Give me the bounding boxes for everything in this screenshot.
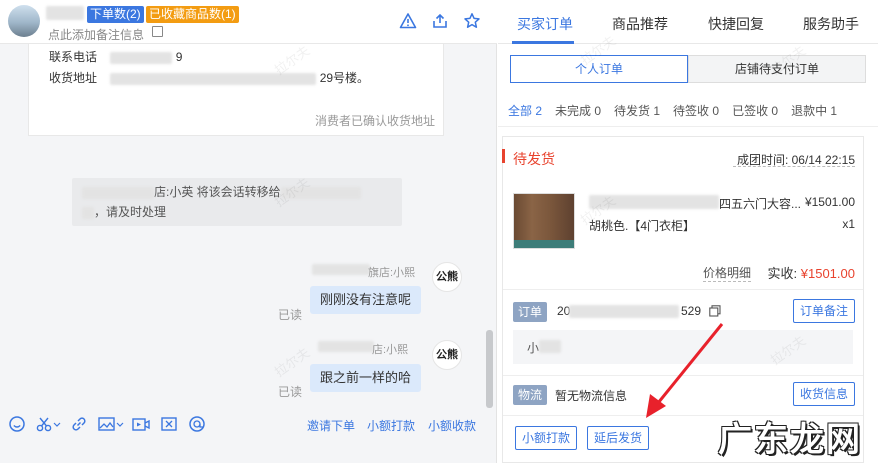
notice-line2: ，请及时处理 xyxy=(94,205,167,219)
price-detail-link[interactable]: 价格明细 xyxy=(703,264,752,282)
sender-blurred xyxy=(318,341,374,352)
status-accent-bar xyxy=(502,149,505,163)
message-sender: 店:小熙 xyxy=(372,344,409,356)
address-row: 收货地址 29号楼。 xyxy=(49,69,369,86)
address-label: 收货地址 xyxy=(49,71,98,85)
small-collect-link[interactable]: 小额收款 xyxy=(428,417,476,434)
phone-suffix: 9 xyxy=(175,50,183,64)
order-number-blurred xyxy=(569,305,679,318)
phone-blurred xyxy=(110,51,173,64)
tab-quick-reply[interactable]: 快捷回复 xyxy=(708,14,764,34)
logistics-badge: 物流 xyxy=(513,385,548,405)
order-status: 待发货 xyxy=(513,151,555,167)
notice-blurred-3 xyxy=(82,206,94,219)
logistics-status: 暂无物流信息 xyxy=(555,389,628,403)
address-suffix: 29号楼。 xyxy=(319,71,370,85)
link-icon[interactable] xyxy=(70,415,88,433)
tab-buyer-orders[interactable]: 买家订单 xyxy=(517,14,573,34)
filter-incomplete[interactable]: 未完成 0 xyxy=(555,102,601,119)
chat-toolbar: 邀请下单 小额打款 小额收款 xyxy=(0,409,497,439)
tab-service-assistant[interactable]: 服务助手 xyxy=(803,14,859,34)
small-pay-button[interactable]: 小额打款 xyxy=(515,426,578,450)
favorites-count-tag[interactable]: 已收藏商品数(1) xyxy=(146,6,239,23)
address-confirmed-text: 消费者已确认收货地址 xyxy=(314,114,435,128)
product-price: ¥1501.00 xyxy=(804,195,855,209)
notice-blurred-1 xyxy=(82,186,154,199)
phone-row: 联系电话 9 xyxy=(49,48,182,65)
delay-shipping-button[interactable]: 延后发货 xyxy=(587,426,650,450)
notice-line1: 店:小英 将该会话转移给 xyxy=(154,185,281,199)
filter-to-sign[interactable]: 待签收 0 xyxy=(673,102,719,119)
delivery-info-button[interactable]: 收货信息 xyxy=(792,382,855,406)
phone-label: 联系电话 xyxy=(49,50,98,64)
order-badge: 订单 xyxy=(513,302,548,322)
video-icon[interactable] xyxy=(132,415,150,433)
order-filters: 全部 2 未完成 0 待发货 1 待签收 0 已签收 0 退款中 1 xyxy=(508,102,850,119)
filter-refunding[interactable]: 退款中 1 xyxy=(791,102,837,119)
address-card: 联系电话 9 收货地址 29号楼。 消费者已确认收货地址 xyxy=(28,44,444,136)
chat-scrollbar[interactable] xyxy=(486,330,493,408)
transfer-notice: 店:小英 将该会话转移给 ，请及时处理 xyxy=(72,178,402,226)
panel-tabs: 买家订单 商品推荐 快捷回复 服务助手 xyxy=(498,0,878,44)
image-icon[interactable] xyxy=(98,415,124,433)
product-sku: 胡桃色.【4门衣柜】 xyxy=(589,219,696,233)
warning-icon[interactable] xyxy=(399,12,417,30)
order-count-tag[interactable]: 下单数(2) xyxy=(87,6,144,23)
order-number-suffix: 529 xyxy=(681,304,702,318)
product-title[interactable]: 四五六门大容... xyxy=(719,195,801,212)
buyer-name-blurred xyxy=(539,340,561,353)
star-icon[interactable] xyxy=(463,12,481,30)
buyer-avatar[interactable] xyxy=(8,5,40,37)
order-time-underline xyxy=(733,166,855,167)
separator xyxy=(503,375,863,376)
scissors-icon[interactable] xyxy=(36,415,62,433)
store-logo-icon: 公熊 xyxy=(432,340,462,370)
chat-panel: 下单数(2) 已收藏商品数(1) 点此添加备注信息 联系电话 9 收货地址 29… xyxy=(0,0,497,463)
product-quantity: x1 xyxy=(842,217,855,231)
separator xyxy=(503,289,863,290)
gift-icon[interactable] xyxy=(188,415,206,433)
share-icon[interactable] xyxy=(431,12,449,30)
filter-to-ship[interactable]: 待发货 1 xyxy=(614,102,660,119)
edit-icon[interactable] xyxy=(152,26,163,37)
store-logo-icon: 公熊 xyxy=(432,262,462,292)
filter-signed[interactable]: 已签收 0 xyxy=(732,102,778,119)
tab-product-recommend[interactable]: 商品推荐 xyxy=(612,14,668,34)
sender-blurred xyxy=(312,264,370,275)
filter-all[interactable]: 全部 2 xyxy=(508,102,542,119)
paid-amount: 实收: ¥1501.00 xyxy=(768,263,855,282)
emoji-icon[interactable] xyxy=(8,415,26,433)
copy-icon[interactable] xyxy=(709,305,721,317)
invite-order-link[interactable]: 邀请下单 xyxy=(307,417,355,434)
read-status: 已读 xyxy=(278,308,303,322)
read-status: 已读 xyxy=(278,385,303,399)
divider xyxy=(498,126,878,127)
buyer-name-blurred xyxy=(46,6,84,20)
message-bubble[interactable]: 刚刚没有注意呢 xyxy=(310,286,422,314)
paid-label: 实收: xyxy=(767,266,801,281)
coupon-icon[interactable] xyxy=(160,415,178,433)
paid-value: ¥1501.00 xyxy=(800,266,855,281)
product-image[interactable] xyxy=(513,193,575,249)
message-sender: 旗店:小熙 xyxy=(368,267,416,279)
buyer-name: 小 xyxy=(527,341,540,355)
message-bubble[interactable]: 跟之前一样的哈 xyxy=(310,364,422,392)
active-tab-indicator xyxy=(512,41,574,44)
site-brand-watermark: 广东龙网 xyxy=(718,420,862,460)
small-pay-link[interactable]: 小额打款 xyxy=(367,417,415,434)
chat-header: 下单数(2) 已收藏商品数(1) 点此添加备注信息 xyxy=(0,0,497,44)
order-panel: 买家订单 商品推荐 快捷回复 服务助手 个人订单 店铺待支付订单 全部 2 未完… xyxy=(498,0,878,463)
order-note-button[interactable]: 订单备注 xyxy=(792,299,855,323)
remark-link[interactable]: 点此添加备注信息 xyxy=(48,26,144,43)
